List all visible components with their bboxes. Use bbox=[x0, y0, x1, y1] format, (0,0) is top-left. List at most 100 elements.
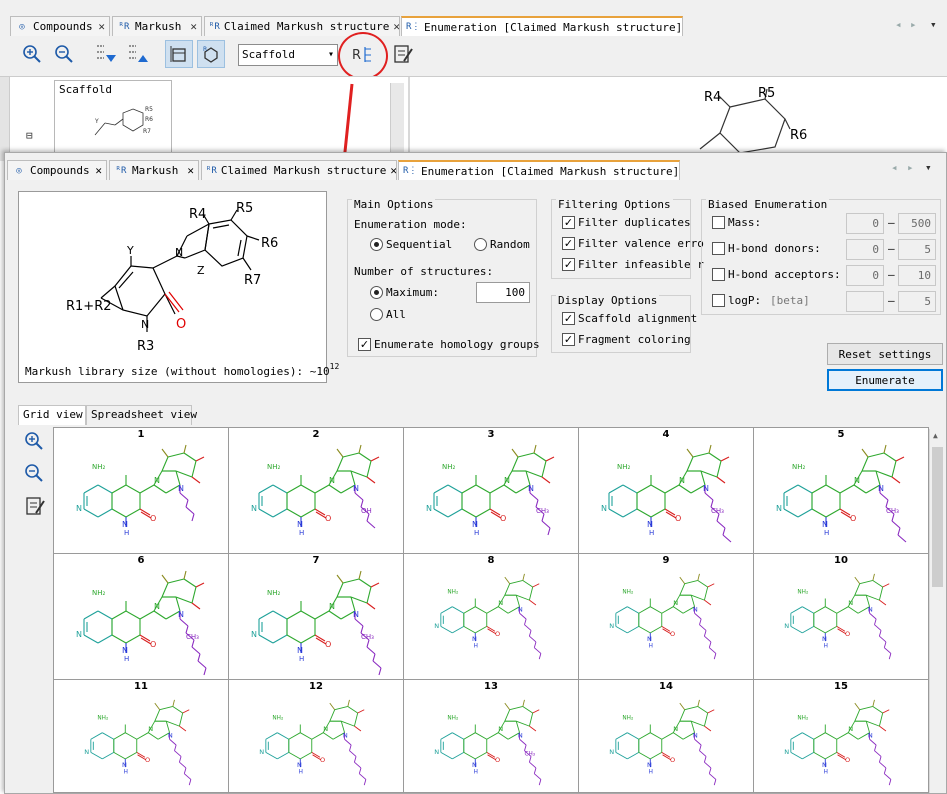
random-radio[interactable] bbox=[474, 238, 487, 251]
bond bbox=[622, 508, 638, 518]
maximum-input[interactable]: 100 bbox=[476, 282, 530, 303]
scaffold-select[interactable]: Scaffold ▾ bbox=[238, 44, 338, 66]
bond bbox=[853, 484, 867, 494]
zoom-out-button[interactable] bbox=[50, 40, 78, 68]
close-icon[interactable]: ✕ bbox=[187, 164, 194, 177]
bond bbox=[524, 624, 532, 631]
grid-cell[interactable]: 10 NH₂ N N H O N N bbox=[754, 554, 928, 680]
grid-cell[interactable]: 13 NH₂ N N H O N N CH₃ bbox=[404, 680, 579, 792]
hbond-donors-min-input[interactable]: 0 bbox=[846, 239, 884, 260]
bond bbox=[452, 625, 465, 634]
tab-grid-view[interactable]: Grid view bbox=[18, 405, 86, 425]
grid-cell[interactable]: 11 NH₂ N N H O N N bbox=[54, 680, 229, 792]
bg-tab-enumeration[interactable]: R⋮ Enumeration [Claimed Markush structur… bbox=[401, 16, 683, 36]
maximum-radio[interactable] bbox=[370, 286, 383, 299]
sequential-radio[interactable] bbox=[370, 238, 383, 251]
tree-collapse-icon[interactable]: ⊟ bbox=[26, 129, 33, 142]
hbond-acceptors-max-input[interactable]: 10 bbox=[898, 265, 936, 286]
atom-label: N bbox=[178, 484, 184, 493]
filter-infeasible-checkbox[interactable]: ✓ bbox=[562, 258, 575, 271]
grid-cell[interactable]: 15 NH₂ N N H O N N bbox=[754, 680, 928, 792]
grid-scroll-thumb[interactable] bbox=[932, 447, 943, 587]
fragment-coloring-checkbox[interactable]: ✓ bbox=[562, 333, 575, 346]
tab-scroll-left-icon[interactable]: ◂ bbox=[895, 18, 902, 31]
bond bbox=[883, 641, 887, 648]
grid-cell[interactable]: 12 NH₂ N N H O N N bbox=[229, 680, 404, 792]
grid-cell[interactable]: 2 NH₂ N N H O N N OH bbox=[229, 428, 404, 554]
bond bbox=[504, 702, 511, 710]
tab-scroll-left-icon[interactable]: ◂ bbox=[891, 161, 898, 174]
structure-grid[interactable]: 1 NH₂ N N H O N N 2 NH₂ N N H O N N OH 3 NH₂ N N H O N N CH₃ 4 NH₂ N… bbox=[53, 427, 929, 793]
enumerate-homology-checkbox[interactable]: ✓ bbox=[358, 338, 371, 351]
tab-list-icon[interactable]: ▾ bbox=[925, 161, 932, 174]
all-radio[interactable] bbox=[370, 308, 383, 321]
filter-valence-checkbox[interactable]: ✓ bbox=[562, 237, 575, 250]
scaffold-alignment-checkbox[interactable]: ✓ bbox=[562, 312, 575, 325]
close-icon[interactable]: ✕ bbox=[98, 20, 105, 33]
hbond-acceptors-checkbox[interactable] bbox=[712, 268, 725, 281]
tab-scroll-right-icon[interactable]: ▸ bbox=[907, 161, 914, 174]
hbond-acceptors-min-input[interactable]: 0 bbox=[846, 265, 884, 286]
grid-zoom-out-button[interactable] bbox=[24, 463, 44, 486]
hbond-donors-checkbox[interactable] bbox=[712, 242, 725, 255]
hbond-donors-max-input[interactable]: 5 bbox=[898, 239, 936, 260]
grid-cell[interactable]: 9 NH₂ N N H O N N bbox=[579, 554, 754, 680]
enumerate-button[interactable]: Enumerate bbox=[827, 369, 943, 391]
grid-cell[interactable]: 4 NH₂ N N H O N N CH₃ bbox=[579, 428, 754, 554]
atom-label: N bbox=[868, 606, 873, 614]
logp-checkbox[interactable] bbox=[712, 294, 725, 307]
bond bbox=[866, 594, 880, 601]
bond bbox=[699, 744, 702, 751]
grid-cell[interactable]: 5 NH₂ N N H O N N CH₃ bbox=[754, 428, 928, 554]
edit-document-button[interactable] bbox=[389, 40, 417, 68]
mass-min-input[interactable]: 0 bbox=[846, 213, 884, 234]
reset-settings-button[interactable]: Reset settings bbox=[827, 343, 943, 365]
scaffold-view-button[interactable] bbox=[165, 40, 193, 68]
bond bbox=[650, 606, 662, 614]
markush-view-button[interactable]: R bbox=[197, 40, 225, 68]
grid-cell[interactable]: 1 NH₂ N N H O N N bbox=[54, 428, 229, 554]
fg-tab-claimed-markush[interactable]: ᴿR Claimed Markush structure ✕ bbox=[201, 160, 397, 180]
grid-edit-button[interactable] bbox=[24, 495, 46, 520]
fg-tab-compounds[interactable]: ◎ Compounds ✕ bbox=[7, 160, 107, 180]
close-icon[interactable]: ✕ bbox=[190, 20, 197, 33]
scroll-up-icon[interactable]: ▲ bbox=[933, 431, 938, 440]
fg-tab-enumeration[interactable]: R⋮ Enumeration [Claimed Markush structur… bbox=[398, 160, 680, 180]
grid-cell[interactable]: 8 NH₂ N N H O N N bbox=[404, 554, 579, 680]
bg-tab-compounds[interactable]: ◎ Compounds ✕ bbox=[10, 16, 110, 36]
bond bbox=[161, 574, 169, 584]
bond bbox=[174, 750, 182, 757]
bond bbox=[541, 520, 551, 529]
grid-cell[interactable]: 3 NH₂ N N H O N N CH₃ bbox=[404, 428, 579, 554]
grid-zoom-in-button[interactable] bbox=[24, 431, 44, 454]
zoom-in-button[interactable] bbox=[18, 40, 46, 68]
bond bbox=[350, 596, 356, 612]
mass-max-input[interactable]: 500 bbox=[898, 213, 936, 234]
bg-splitter[interactable] bbox=[408, 77, 410, 161]
collapse-up-button[interactable] bbox=[124, 40, 152, 68]
logp-max-input[interactable]: 5 bbox=[898, 291, 936, 312]
grid-cell[interactable]: 7 NH₂ N N H O N N CH₃ bbox=[229, 554, 404, 680]
close-icon[interactable]: ✕ bbox=[393, 20, 399, 33]
bond bbox=[440, 625, 453, 634]
bg-tab-markush[interactable]: ᴿR Markush ✕ bbox=[112, 16, 202, 36]
close-icon[interactable]: ✕ bbox=[95, 164, 102, 177]
close-icon[interactable]: ✕ bbox=[390, 164, 396, 177]
bond bbox=[203, 667, 207, 676]
grid-cell[interactable]: 14 NH₂ N N H O N N bbox=[579, 680, 754, 792]
expand-down-button[interactable] bbox=[92, 40, 120, 68]
bond bbox=[854, 583, 861, 596]
grid-cell[interactable]: 6 NH₂ N N H O N N CH₃ bbox=[54, 554, 229, 680]
grid-scrollbar[interactable]: ▲ bbox=[929, 429, 945, 793]
bond bbox=[125, 732, 137, 740]
bg-scrollbar[interactable] bbox=[390, 83, 404, 161]
mass-checkbox[interactable] bbox=[712, 216, 725, 229]
fg-tab-markush[interactable]: ᴿR Markush ✕ bbox=[109, 160, 199, 180]
tab-list-icon[interactable]: ▾ bbox=[930, 18, 937, 31]
filter-duplicates-checkbox[interactable]: ✓ bbox=[562, 216, 575, 229]
tab-scroll-right-icon[interactable]: ▸ bbox=[910, 18, 917, 31]
tab-spreadsheet-view[interactable]: Spreadsheet view bbox=[86, 405, 197, 425]
logp-min-input[interactable] bbox=[846, 291, 884, 312]
bond bbox=[125, 751, 137, 760]
bond bbox=[175, 470, 181, 486]
